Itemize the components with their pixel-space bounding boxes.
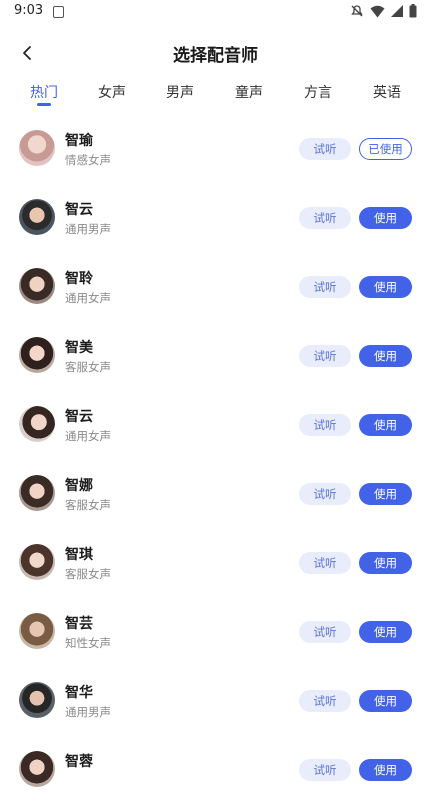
avatar — [19, 268, 55, 304]
voice-name: 智芸 — [65, 616, 93, 632]
preview-button[interactable]: 试听 — [299, 621, 351, 643]
avatar — [19, 199, 55, 235]
avatar — [19, 130, 55, 166]
voice-row[interactable]: 智云 通用男声 试听 使用 — [0, 183, 431, 252]
voice-type: 知性女声 — [65, 636, 111, 650]
voice-name: 智美 — [65, 340, 93, 356]
signal-icon — [391, 5, 403, 17]
use-button[interactable]: 使用 — [359, 207, 412, 229]
voice-type: 通用男声 — [65, 705, 111, 719]
voice-row[interactable]: 智琪 客服女声 试听 使用 — [0, 528, 431, 597]
preview-button[interactable]: 试听 — [299, 276, 351, 298]
category-tabs: 热门 女声 男声 童声 方言 英语 — [0, 78, 431, 112]
voice-row[interactable]: 智蓉 试听 使用 — [0, 735, 431, 804]
voice-row[interactable]: 智芸 知性女声 试听 使用 — [0, 597, 431, 666]
voice-row[interactable]: 智瑜 情感女声 试听 已使用 — [0, 114, 431, 183]
preview-button[interactable]: 试听 — [299, 345, 351, 367]
voice-name: 智云 — [65, 409, 93, 425]
voice-row[interactable]: 智云 通用女声 试听 使用 — [0, 390, 431, 459]
voice-type: 客服女声 — [65, 567, 111, 581]
voice-type: 客服女声 — [65, 498, 111, 512]
avatar — [19, 751, 55, 787]
voice-name: 智聆 — [65, 271, 93, 287]
use-button[interactable]: 使用 — [359, 759, 412, 781]
used-button[interactable]: 已使用 — [359, 138, 412, 160]
tab-male[interactable]: 男声 — [166, 82, 194, 102]
avatar — [19, 406, 55, 442]
status-icons — [350, 4, 417, 18]
voice-type: 通用女声 — [65, 291, 111, 305]
voice-row[interactable]: 智华 通用男声 试听 使用 — [0, 666, 431, 735]
voice-name: 智琪 — [65, 547, 93, 563]
avatar — [19, 613, 55, 649]
mute-icon — [351, 5, 363, 17]
preview-button[interactable]: 试听 — [299, 690, 351, 712]
tab-dialect[interactable]: 方言 — [304, 82, 332, 102]
voice-row[interactable]: 智美 客服女声 试听 使用 — [0, 321, 431, 390]
use-button[interactable]: 使用 — [359, 483, 412, 505]
use-button[interactable]: 使用 — [359, 690, 412, 712]
voice-name: 智瑜 — [65, 133, 93, 149]
voice-type: 通用女声 — [65, 429, 111, 443]
battery-icon — [409, 4, 417, 18]
voice-name: 智娜 — [65, 478, 93, 494]
status-bar: 9:03 — [0, 0, 431, 24]
voice-type: 通用男声 — [65, 222, 111, 236]
voice-type: 客服女声 — [65, 360, 111, 374]
preview-button[interactable]: 试听 — [299, 138, 351, 160]
tab-female[interactable]: 女声 — [98, 82, 126, 102]
use-button[interactable]: 使用 — [359, 552, 412, 574]
use-button[interactable]: 使用 — [359, 621, 412, 643]
avatar — [19, 544, 55, 580]
use-button[interactable]: 使用 — [359, 414, 412, 436]
avatar — [19, 337, 55, 373]
page-title: 选择配音师 — [173, 46, 258, 66]
wifi-icon — [370, 5, 385, 17]
preview-button[interactable]: 试听 — [299, 483, 351, 505]
avatar — [19, 682, 55, 718]
tab-active-indicator — [37, 103, 51, 106]
preview-button[interactable]: 试听 — [299, 759, 351, 781]
voice-row[interactable]: 智聆 通用女声 试听 使用 — [0, 252, 431, 321]
use-button[interactable]: 使用 — [359, 345, 412, 367]
use-button[interactable]: 使用 — [359, 276, 412, 298]
tab-english[interactable]: 英语 — [373, 82, 401, 102]
tab-child[interactable]: 童声 — [235, 82, 263, 102]
header: 选择配音师 — [0, 36, 431, 70]
voice-name: 智云 — [65, 202, 93, 218]
avatar — [19, 475, 55, 511]
preview-button[interactable]: 试听 — [299, 207, 351, 229]
tab-hot[interactable]: 热门 — [30, 82, 58, 102]
voice-name: 智蓉 — [65, 754, 93, 770]
voice-type: 情感女声 — [65, 153, 111, 167]
notification-icon — [53, 6, 64, 18]
voice-row[interactable]: 智娜 客服女声 试听 使用 — [0, 459, 431, 528]
voice-name: 智华 — [65, 685, 93, 701]
status-time: 9:03 — [14, 3, 44, 18]
preview-button[interactable]: 试听 — [299, 552, 351, 574]
preview-button[interactable]: 试听 — [299, 414, 351, 436]
